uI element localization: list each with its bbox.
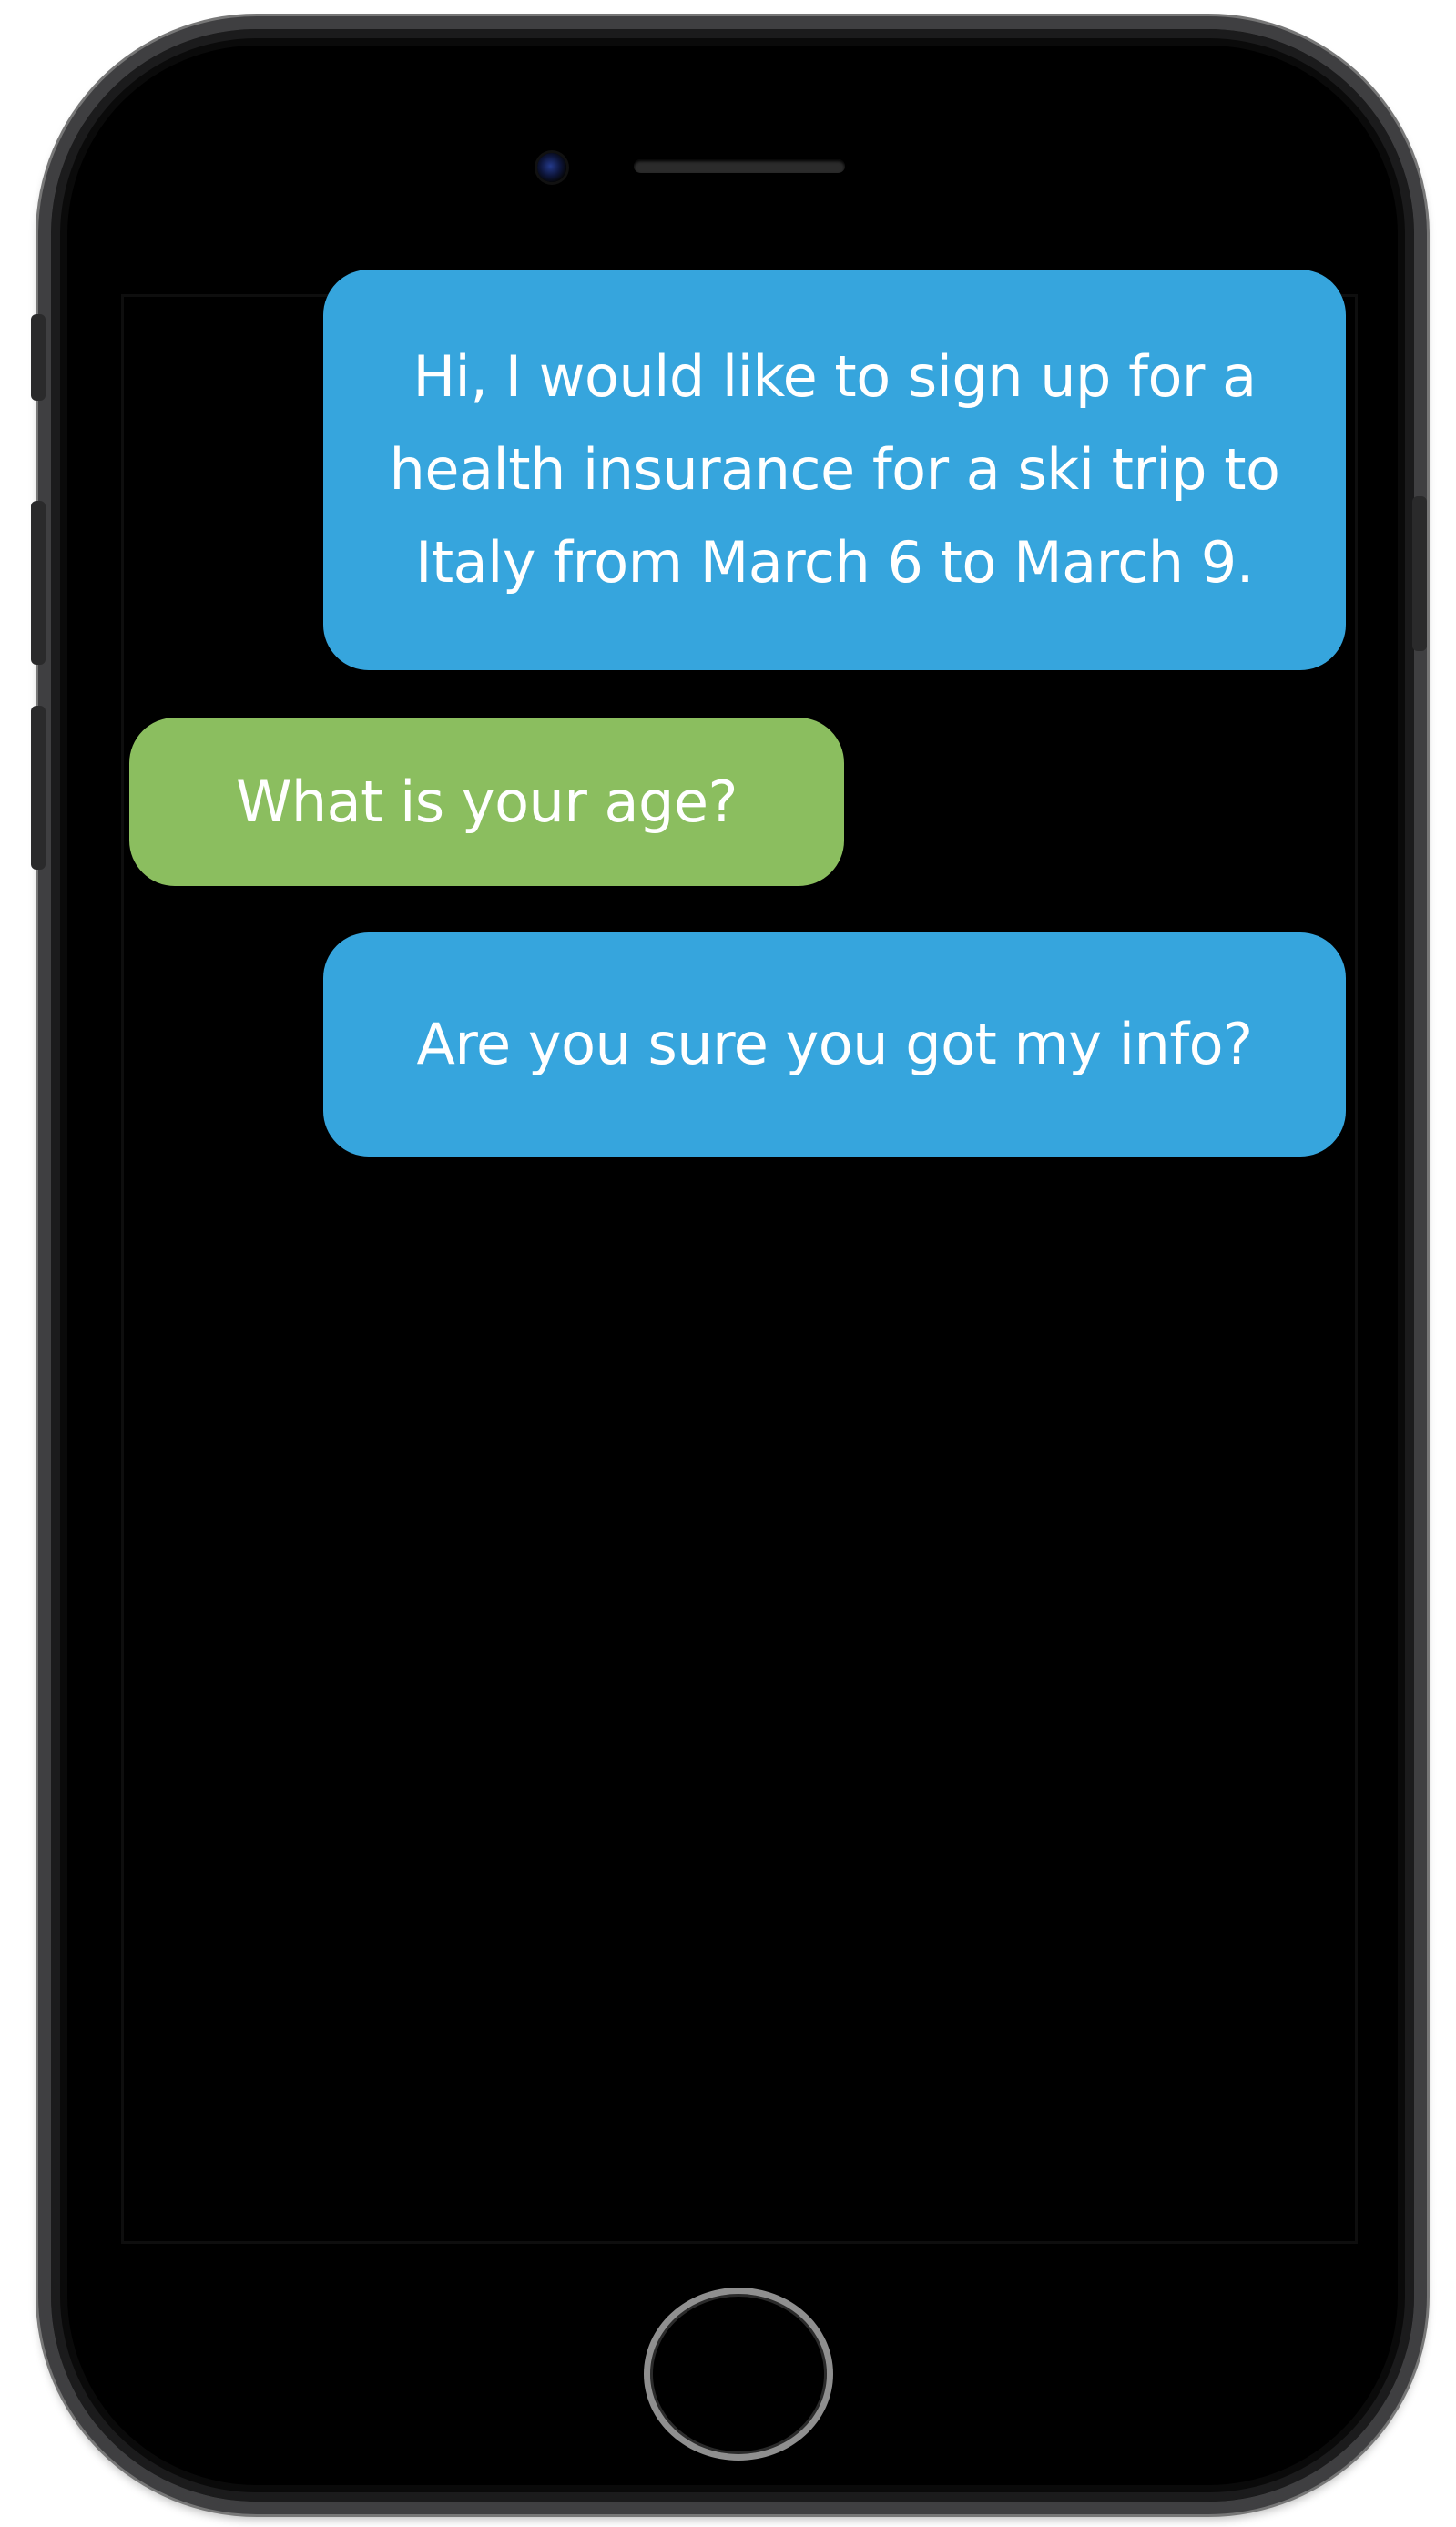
front-camera-icon	[537, 153, 566, 182]
volume-down-button	[31, 706, 46, 870]
mute-switch	[31, 314, 46, 401]
message-bubble-user-2: Are you sure you got my info?	[323, 932, 1346, 1157]
volume-up-button	[31, 501, 46, 665]
earpiece-speaker	[634, 159, 845, 173]
home-button[interactable]	[644, 2288, 833, 2461]
power-button	[1412, 496, 1427, 651]
message-bubble-bot-1: What is your age?	[129, 718, 844, 886]
message-bubble-user-1: Hi, I would like to sign up for a health…	[323, 270, 1346, 670]
